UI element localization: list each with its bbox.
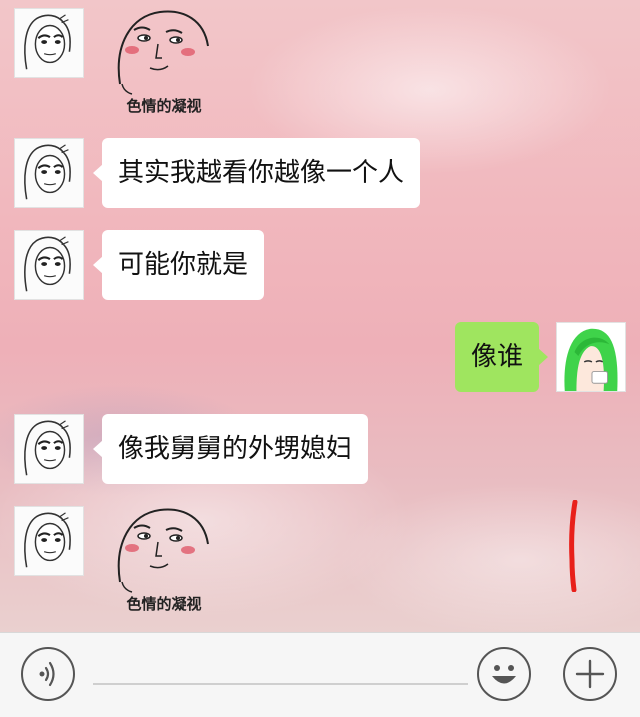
input-toolbar [0, 632, 640, 717]
meme-face-avatar-icon [24, 14, 71, 70]
plus-icon [575, 659, 605, 689]
contact-avatar[interactable] [14, 8, 84, 78]
sticker-message[interactable]: 色情的凝视 [104, 6, 224, 116]
red-annotation-mark [569, 500, 578, 592]
meme-face-avatar-icon [24, 144, 71, 200]
meme-face-avatar-icon [24, 420, 71, 476]
received-message-bubble[interactable]: 像我舅舅的外甥媳妇 [92, 414, 369, 484]
my-avatar[interactable] [556, 322, 626, 392]
contact-avatar[interactable] [14, 230, 84, 300]
received-message-bubble[interactable]: 其实我越看你越像一个人 [92, 138, 421, 208]
sticker-caption: 色情的凝视 [126, 97, 202, 115]
sent-message-bubble[interactable]: 像谁 [455, 322, 549, 392]
green-hair-anime-avatar-icon [557, 323, 625, 391]
meme-face-avatar-icon [24, 512, 71, 568]
contact-avatar[interactable] [14, 138, 84, 208]
sticker-caption: 色情的凝视 [126, 595, 202, 613]
message-input[interactable] [93, 683, 468, 685]
voice-button[interactable] [21, 647, 75, 701]
chat-background [0, 0, 640, 632]
emoji-button[interactable] [477, 647, 531, 701]
emoji-icon [492, 665, 516, 684]
received-message-bubble[interactable]: 可能你就是 [92, 230, 265, 300]
sticker-message[interactable]: 色情的凝视 [104, 504, 224, 614]
contact-avatar[interactable] [14, 506, 84, 576]
contact-avatar[interactable] [14, 414, 84, 484]
leering-face-sticker-icon [117, 10, 209, 95]
leering-face-sticker-icon [117, 508, 209, 593]
meme-face-avatar-icon [24, 236, 71, 292]
more-button[interactable] [563, 647, 617, 701]
voice-icon [39, 661, 55, 687]
